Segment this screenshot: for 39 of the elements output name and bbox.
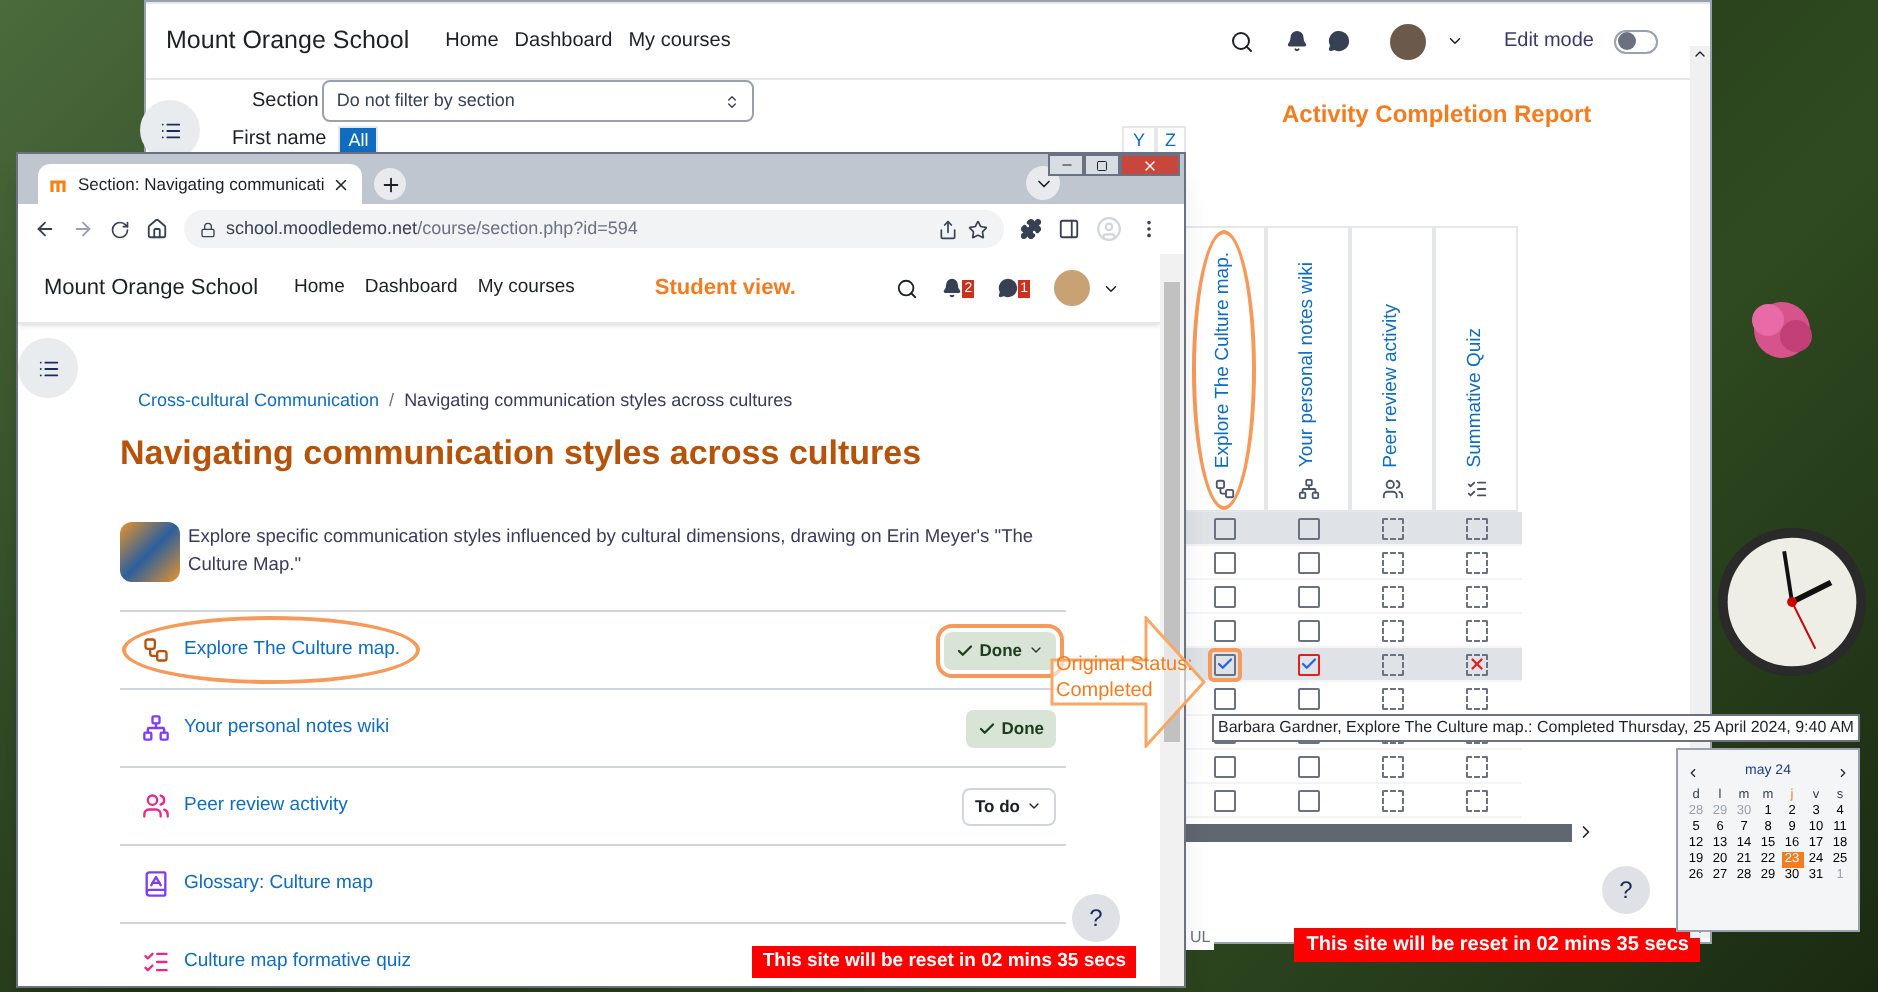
section-select[interactable]: Do not filter by section xyxy=(322,80,755,122)
completion-button[interactable]: Done xyxy=(965,709,1056,747)
site-brand[interactable]: Mount Orange School xyxy=(166,22,410,60)
breadcrumb-link[interactable]: Cross-cultural Communication xyxy=(138,388,380,415)
first-name-label: First name xyxy=(232,126,327,154)
footer-text: UL xyxy=(1186,926,1215,950)
letter-filter[interactable]: All xyxy=(338,125,379,153)
nav-link[interactable]: My courses xyxy=(628,26,731,56)
help-button[interactable]: ? xyxy=(1602,866,1650,914)
browser-tab[interactable]: Section: Navigating communicati xyxy=(38,164,363,204)
nav-link[interactable]: My courses xyxy=(477,273,575,303)
breadcrumb-current: Navigating communication styles across cultures xyxy=(404,388,793,414)
report-title: Activity Completion Report xyxy=(1282,98,1592,132)
activity-link[interactable]: Peer review activity xyxy=(122,771,368,841)
student-view-note: Student view. xyxy=(654,273,796,304)
tooltip: Barbara Gardner, Explore The Culture map.: Completed Thursday, 25 April 2024, 9:40 AM xyxy=(1212,714,1860,742)
completion-button[interactable]: Done xyxy=(943,631,1056,669)
breadcrumb-separator: / xyxy=(389,388,395,414)
site-brand[interactable]: Mount Orange School xyxy=(44,271,259,305)
nav-link[interactable]: Dashboard xyxy=(364,273,458,303)
column-header[interactable]: Explore The Culture map. xyxy=(1192,230,1256,510)
edit-mode-label: Edit mode xyxy=(1503,28,1594,56)
nav-link[interactable]: Dashboard xyxy=(514,26,613,56)
reset-banner: This site will be reset in 02 mins 35 secs xyxy=(1294,928,1701,962)
section-filter-label: Section xyxy=(252,88,319,116)
status-note: Original Status: xyxy=(1056,652,1193,678)
status-note: Completed xyxy=(1056,678,1155,704)
activity-link[interactable]: Glossary: Culture map xyxy=(122,849,394,919)
section-description: Explore specific communication styles influenced by cultural dimensions, drawing on Erin Meyer's "The Culture Map." xyxy=(188,524,1036,578)
reset-banner: This site will be reset in 02 mins 35 secs xyxy=(752,945,1136,978)
page-heading: Navigating communication styles across cultures xyxy=(120,431,924,476)
activity-link[interactable]: Your personal notes wiki xyxy=(122,693,410,763)
activity-link[interactable]: Culture map formative quiz xyxy=(122,927,432,986)
help-button[interactable]: ? xyxy=(1072,894,1120,942)
address-bar[interactable]: school.moodledemo.net/course/section.php?id=594 xyxy=(184,210,1004,248)
activity-link[interactable]: Explore The Culture map. xyxy=(122,615,421,685)
nav-link[interactable]: Home xyxy=(445,26,499,56)
nav-link[interactable]: Home xyxy=(294,273,345,303)
completion-button[interactable]: To do xyxy=(961,787,1056,825)
